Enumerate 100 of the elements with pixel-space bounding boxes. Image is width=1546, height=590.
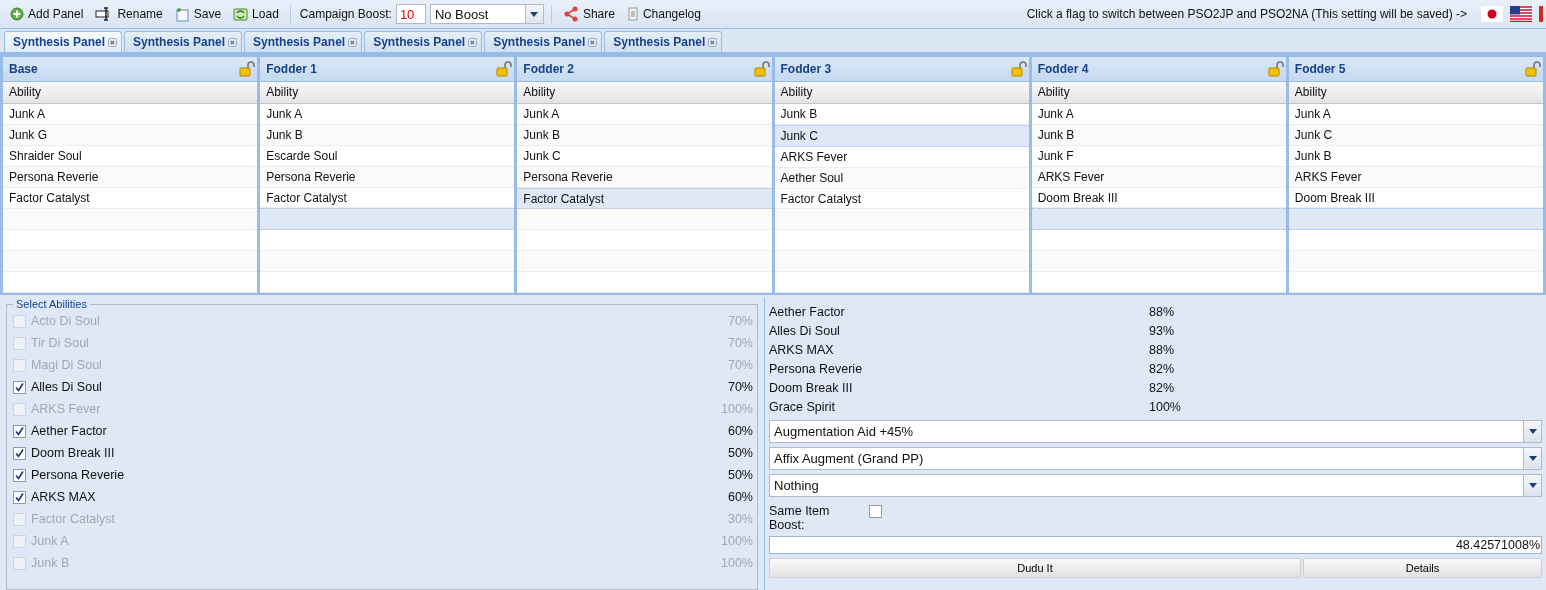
table-cell[interactable]: ARKS Fever [1288,166,1543,188]
padlock-icon[interactable] [1525,60,1541,77]
table-cell[interactable]: Junk A [1031,103,1286,125]
padlock-icon[interactable] [1010,60,1027,77]
panel-title: Fodder 5 [1294,61,1346,76]
checkbox[interactable] [869,505,882,518]
table-cell[interactable]: Junk B [774,103,1029,125]
panel-tab[interactable]: Synthesis Panel [4,31,123,52]
result-field: 48.42571008% [769,536,1542,554]
load-button[interactable]: Load [229,4,283,24]
ability-label: Acto Di Soul [31,314,101,328]
table-cell[interactable]: Junk B [517,124,772,146]
rate-text: 50% [727,446,753,460]
panel-title: Base [9,62,38,76]
circle-flag-icon[interactable] [1481,6,1503,22]
table-row[interactable] [1031,208,1286,231]
table-cell[interactable]: Escarde Soul [260,145,515,167]
panel-tab[interactable]: Synthesis Panel [364,31,483,52]
checkbox[interactable] [13,424,26,438]
dropdown[interactable]: Affix Augment (Grand PP) [769,447,1542,470]
striped-flag-icon[interactable] [1510,6,1532,22]
ability-label: ARKS MAX [769,342,835,357]
column-header[interactable]: Ability [517,81,772,104]
checkbox[interactable] [13,380,26,394]
padlock-icon[interactable] [496,60,513,77]
close-icon[interactable] [588,37,598,47]
rate-text: 60% [727,490,753,504]
ability-label: Grace Spirit [769,399,836,414]
padlock-icon[interactable] [239,61,256,77]
close-icon[interactable] [468,37,478,47]
rate-text: 100% [721,402,753,416]
table-cell[interactable]: Junk A [1288,103,1543,125]
panel-title: Fodder 1 [266,61,317,76]
checkbox[interactable] [13,468,26,482]
close-icon[interactable] [348,37,358,47]
column-header[interactable]: Ability [1031,81,1286,104]
table-cell[interactable]: Factor Catalyst [517,187,772,210]
close-icon[interactable] [108,37,118,47]
padlock-icon[interactable] [753,60,770,77]
table-cell[interactable]: Junk B [260,124,515,146]
table-cell[interactable]: Junk C [774,124,1029,147]
rate-text: 100% [721,556,753,570]
ability-label: Alles Di Soul [769,323,841,338]
padlock-icon[interactable] [1267,60,1284,77]
rate-text: 93% [1149,323,1175,338]
column-header[interactable]: Ability [3,82,258,104]
panel-tab[interactable]: Synthesis Panel [244,31,363,52]
flag-icon[interactable] [1539,6,1543,22]
ability-label: Tir Di Soul [31,336,90,350]
dropdown[interactable]: Nothing [769,474,1542,497]
table-cell[interactable]: Persona Reverie [3,167,258,188]
boost-select[interactable]: No Boost [429,4,544,24]
table-cell[interactable]: Junk B [1031,124,1286,146]
save-button[interactable]: Save [170,4,226,24]
rate-text: 70% [727,358,753,372]
changelog-button[interactable]: Changelog [622,5,705,23]
table-row[interactable] [1288,208,1543,231]
details-button[interactable]: Details [1303,558,1542,578]
table-cell[interactable]: Persona Reverie [517,166,772,188]
panel-tab[interactable]: Synthesis Panel [604,31,723,52]
rate-text: 100% [1149,399,1181,414]
ability-label: Doom Break III [769,380,854,395]
ability-label: Aether Factor [31,424,108,438]
share-button[interactable]: Share [558,4,619,24]
campaign-boost-field[interactable]: 10 [395,4,426,24]
checkbox[interactable] [13,446,26,460]
same-item-boost-label: Same Item Boost: [769,504,831,532]
table-cell[interactable]: Junk B [1288,145,1543,167]
table-cell[interactable]: Persona Reverie [260,166,515,188]
table-cell[interactable]: Junk A [260,103,515,125]
table-cell[interactable]: Aether Soul [774,167,1029,189]
panel-tab[interactable]: Synthesis Panel [484,31,603,52]
table-cell[interactable]: Junk C [1288,124,1543,146]
rate-text: 82% [1149,361,1175,376]
rate-text: 30% [727,512,753,526]
table-cell[interactable]: Junk A [517,103,772,125]
panel-title: Fodder 2 [523,61,574,76]
table-cell[interactable]: Junk F [1031,145,1286,167]
rate-text: 82% [1149,380,1175,395]
checkbox[interactable] [13,490,26,504]
table-cell[interactable]: Junk G [3,125,258,146]
rename-button[interactable]: Rename [91,5,167,23]
column-header[interactable]: Ability [1288,81,1543,104]
run-button[interactable]: Dudu It [769,558,1301,578]
group-title: Select Abilities [15,299,88,310]
panel-title: Fodder 3 [780,61,832,76]
close-icon[interactable] [228,37,238,47]
ability-label: Aether Factor [769,304,846,319]
add-panel-button[interactable]: Add Panel [6,5,88,23]
panel-tab[interactable]: Synthesis Panel [124,31,243,52]
ability-label: Factor Catalyst [31,512,117,526]
ability-label: Alles Di Soul [31,380,103,394]
column-header[interactable]: Ability [260,81,515,104]
table-cell[interactable]: Junk C [517,145,772,167]
column-header[interactable]: Ability [774,81,1029,104]
table-cell[interactable]: ARKS Fever [774,146,1029,168]
table-row[interactable] [260,208,515,231]
dropdown[interactable]: Augmentation Aid +45% [769,420,1542,443]
table-cell[interactable]: ARKS Fever [1031,166,1286,188]
close-icon[interactable] [708,37,718,47]
